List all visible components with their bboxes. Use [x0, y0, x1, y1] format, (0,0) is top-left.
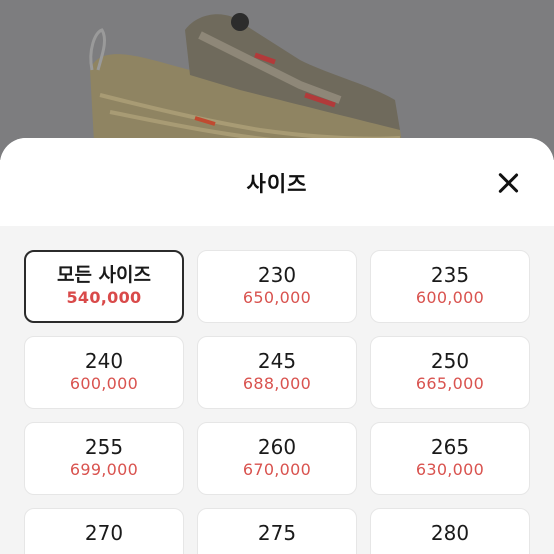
- size-label: 250: [430, 349, 470, 373]
- size-label: 255: [84, 435, 124, 459]
- size-label: 260: [257, 435, 297, 459]
- size-option[interactable]: 260 670,000: [197, 422, 357, 495]
- size-option[interactable]: 250 665,000: [370, 336, 530, 409]
- size-option[interactable]: 245 688,000: [197, 336, 357, 409]
- size-grid: 모든 사이즈 540,000 230 650,000 235 600,000 240 600,…: [24, 250, 530, 554]
- size-label: 280: [430, 521, 470, 545]
- sheet-title: 사이즈: [246, 172, 308, 196]
- size-price: 540,000: [66, 288, 142, 307]
- size-label: 270: [84, 521, 124, 545]
- size-label: 모든 사이즈: [56, 264, 151, 286]
- size-option[interactable]: 235 600,000: [370, 250, 530, 323]
- size-grid-area: 모든 사이즈 540,000 230 650,000 235 600,000 240 600,…: [0, 226, 554, 554]
- size-price: 665,000: [415, 374, 485, 393]
- size-price: 600,000: [415, 288, 485, 307]
- size-label: 265: [430, 435, 470, 459]
- size-option[interactable]: 230 650,000: [197, 250, 357, 323]
- size-label: 275: [257, 521, 297, 545]
- size-option[interactable]: 255 699,000: [24, 422, 184, 495]
- size-price: 670,000: [242, 460, 312, 479]
- size-option[interactable]: 280: [370, 508, 530, 554]
- size-label: 240: [84, 349, 124, 373]
- sheet-header: 사이즈: [0, 138, 554, 226]
- size-option[interactable]: 270: [24, 508, 184, 554]
- product-image-backdrop: [0, 0, 554, 160]
- sneaker-image: [89, 13, 405, 160]
- size-price: 699,000: [69, 460, 139, 479]
- size-price: 600,000: [69, 374, 139, 393]
- size-price: 650,000: [242, 288, 312, 307]
- size-label: 230: [257, 263, 297, 287]
- size-option[interactable]: 275: [197, 508, 357, 554]
- size-option[interactable]: 265 630,000: [370, 422, 530, 495]
- size-selection-sheet: 사이즈 모든 사이즈 540,000 230 650,000 235 600,000 240…: [0, 138, 554, 554]
- size-label: 245: [257, 349, 297, 373]
- size-label: 235: [430, 263, 470, 287]
- size-price: 688,000: [242, 374, 312, 393]
- size-option[interactable]: 240 600,000: [24, 336, 184, 409]
- close-icon[interactable]: [496, 171, 520, 195]
- size-price: 630,000: [415, 460, 485, 479]
- size-option-all[interactable]: 모든 사이즈 540,000: [24, 250, 184, 323]
